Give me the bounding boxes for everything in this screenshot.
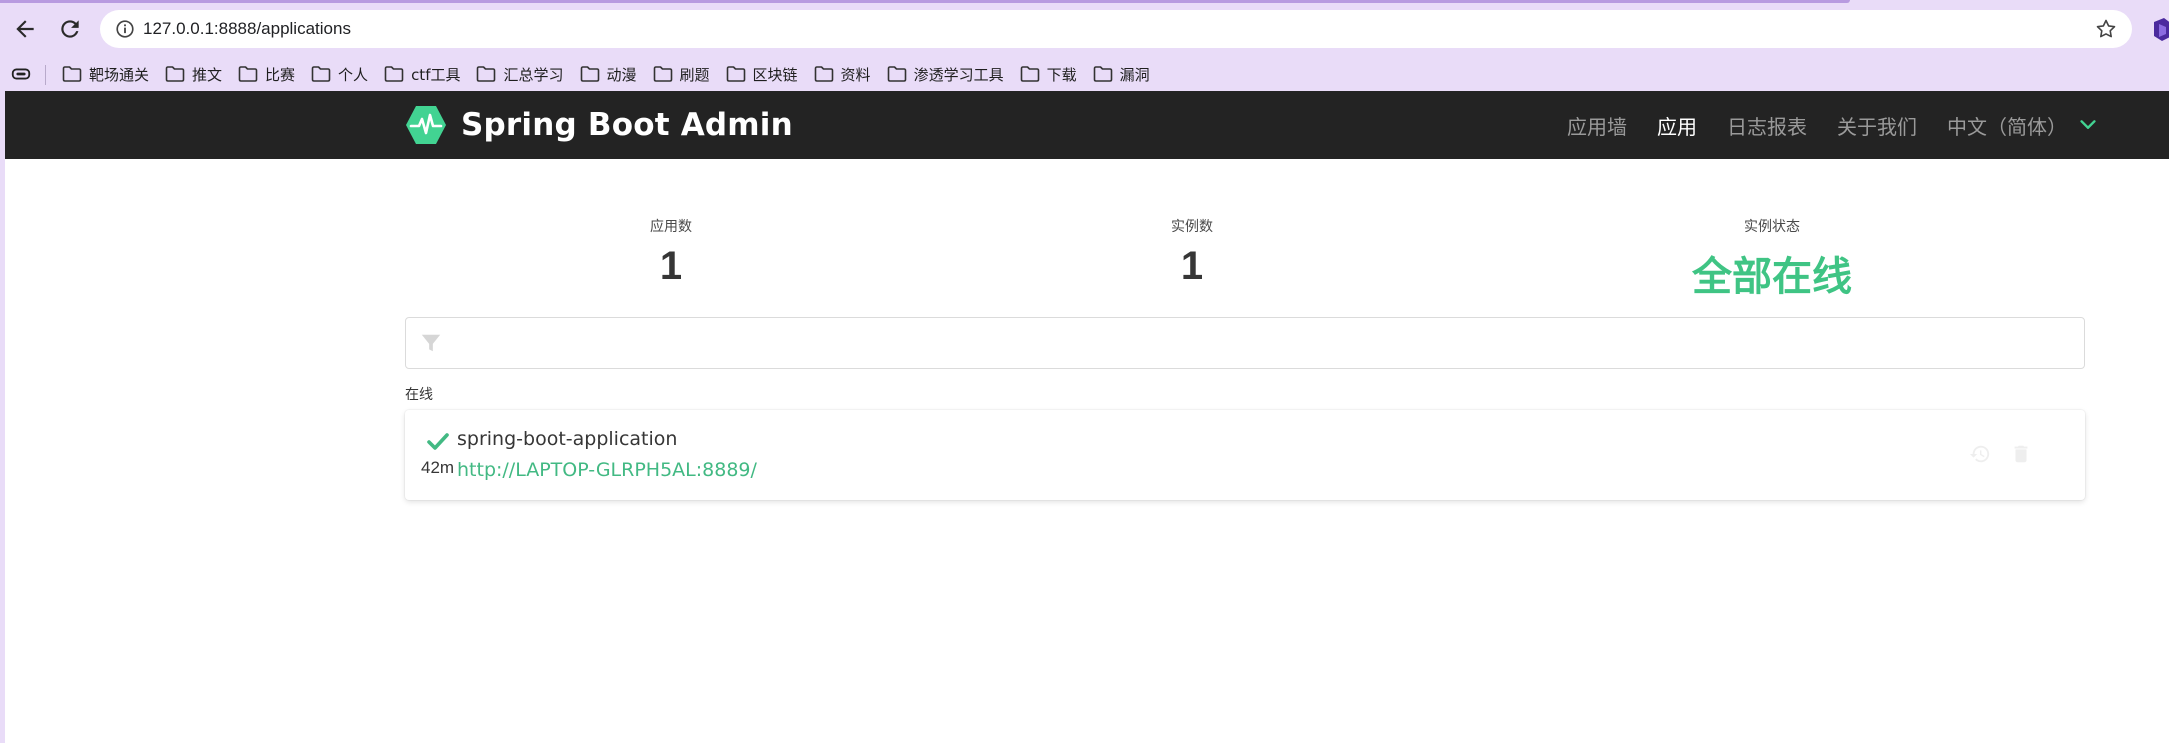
bookmark-folder[interactable]: 下载 [1018,59,1085,89]
filter-field[interactable] [405,317,2085,369]
folder-icon [165,66,185,82]
folder-icon [726,66,745,82]
bookmark-folder[interactable]: 汇总学习 [474,59,571,89]
folder-icon [653,66,672,82]
bookmark-label: 渗透学习工具 [913,65,1004,84]
application-card[interactable]: 42m spring-boot-application http://LAPTO… [405,410,2085,500]
page-content: Spring Boot Admin 应用墙 应用 日志报表 关于我们 中文（简体… [5,91,2169,743]
folder-icon [1020,66,1039,82]
bookmark-label: 汇总学习 [503,65,564,84]
bookmark-label: 比赛 [265,65,296,84]
application-url-link[interactable]: http://LAPTOP-GLRPH5AL:8889/ [457,459,757,481]
address-bar[interactable]: 127.0.0.1:8888/applications [100,10,2132,48]
bookmark-folder[interactable]: 漏洞 [1091,59,1158,89]
stat-applications-value: 1 [659,244,683,288]
bookmark-folder[interactable]: 推文 [163,59,230,89]
folder-icon [311,66,331,82]
folder-icon [887,66,906,82]
bookmark-star-icon[interactable] [2094,17,2118,41]
bookmark-label: ctf工具 [411,65,461,84]
back-button[interactable] [8,12,42,46]
stat-instances-label: 实例数 [1171,219,1213,235]
url-text[interactable]: 127.0.0.1:8888/applications [143,19,351,39]
bookmark-folder[interactable]: 靶场通关 [60,59,157,89]
stat-status: 实例状态 全部在线 [1622,216,1922,302]
bookmark-folder[interactable]: 刷题 [651,59,718,89]
application-name[interactable]: spring-boot-application [457,428,677,450]
nav-wallboard[interactable]: 应用墙 [1567,111,1627,140]
nav-about[interactable]: 关于我们 [1837,111,1917,140]
bookmark-label: 动漫 [606,65,637,84]
bookmark-folder[interactable]: 个人 [309,59,376,89]
brand-title: Spring Boot Admin [461,107,793,143]
tab-groups-icon[interactable] [10,63,32,85]
folder-icon [1093,66,1112,82]
restart-history-icon[interactable] [1969,443,1991,465]
check-icon [427,433,449,450]
bookmark-folder[interactable]: 区块链 [724,59,806,89]
bookmark-label: 个人 [338,65,369,84]
language-selector[interactable]: 中文（简体） [1947,111,2169,140]
brand[interactable]: Spring Boot Admin [405,105,793,145]
bookmark-folder[interactable]: 比赛 [236,59,303,89]
bookmark-label: 下载 [1046,65,1077,84]
folder-icon [814,66,833,82]
bookmark-list: 靶场通关 推文 比赛 个人 ctf工具 汇总学习 动漫 刷题 区块链 资料 渗透学习工具 下载 漏洞 [60,57,1164,91]
stat-status-label: 实例状态 [1744,219,1800,235]
bookmark-label: 区块链 [752,65,798,84]
bookmark-folder[interactable]: 渗透学习工具 [885,59,1012,89]
arrow-left-icon [16,20,34,38]
trash-icon[interactable] [2010,443,2032,465]
language-label: 中文（简体） [1947,114,2067,139]
bookmark-label: 靶场通关 [89,65,150,84]
bookmark-label: 资料 [840,65,871,84]
folder-icon [477,66,496,82]
bookmark-folder[interactable]: 资料 [812,59,879,89]
filter-input[interactable] [454,326,2054,360]
stat-instances: 实例数 1 [1092,216,1292,289]
extension-icon[interactable] [2150,16,2169,42]
nav-applications[interactable]: 应用 [1657,111,1697,140]
chevron-down-icon [2080,120,2096,129]
stat-instances-value: 1 [1180,244,1204,288]
browser-toolbar: 127.0.0.1:8888/applications [0,0,2169,57]
stat-status-value: 全部在线 [1692,254,1852,300]
bookmark-folder[interactable]: 动漫 [578,59,645,89]
stat-applications-label: 应用数 [650,219,692,235]
folder-icon [384,66,404,82]
filter-icon [421,334,441,352]
main-nav: 应用墙 应用 日志报表 关于我们 中文（简体） [1537,91,2169,159]
folder-icon [238,66,258,82]
bookmarks-separator [45,65,46,85]
nav-journal[interactable]: 日志报表 [1727,111,1807,140]
bookmark-label: 漏洞 [1119,65,1150,84]
reload-button[interactable] [53,12,87,46]
bookmark-folder[interactable]: ctf工具 [382,59,468,89]
bookmark-label: 推文 [192,65,223,84]
folder-icon [62,66,82,82]
group-label-online: 在线 [405,387,433,403]
app-navbar: Spring Boot Admin 应用墙 应用 日志报表 关于我们 中文（简体… [5,91,2169,159]
info-icon[interactable] [114,18,136,40]
bookmarks-bar: 靶场通关 推文 比赛 个人 ctf工具 汇总学习 动漫 刷题 区块链 资料 渗透学习工具 下载 漏洞 [0,57,2169,91]
bookmark-label: 刷题 [679,65,710,84]
heartbeat-logo-icon [406,106,446,144]
folder-icon [580,66,599,82]
stat-applications: 应用数 1 [571,216,771,289]
uptime-label: 42m [421,458,455,477]
reload-icon [61,20,79,38]
